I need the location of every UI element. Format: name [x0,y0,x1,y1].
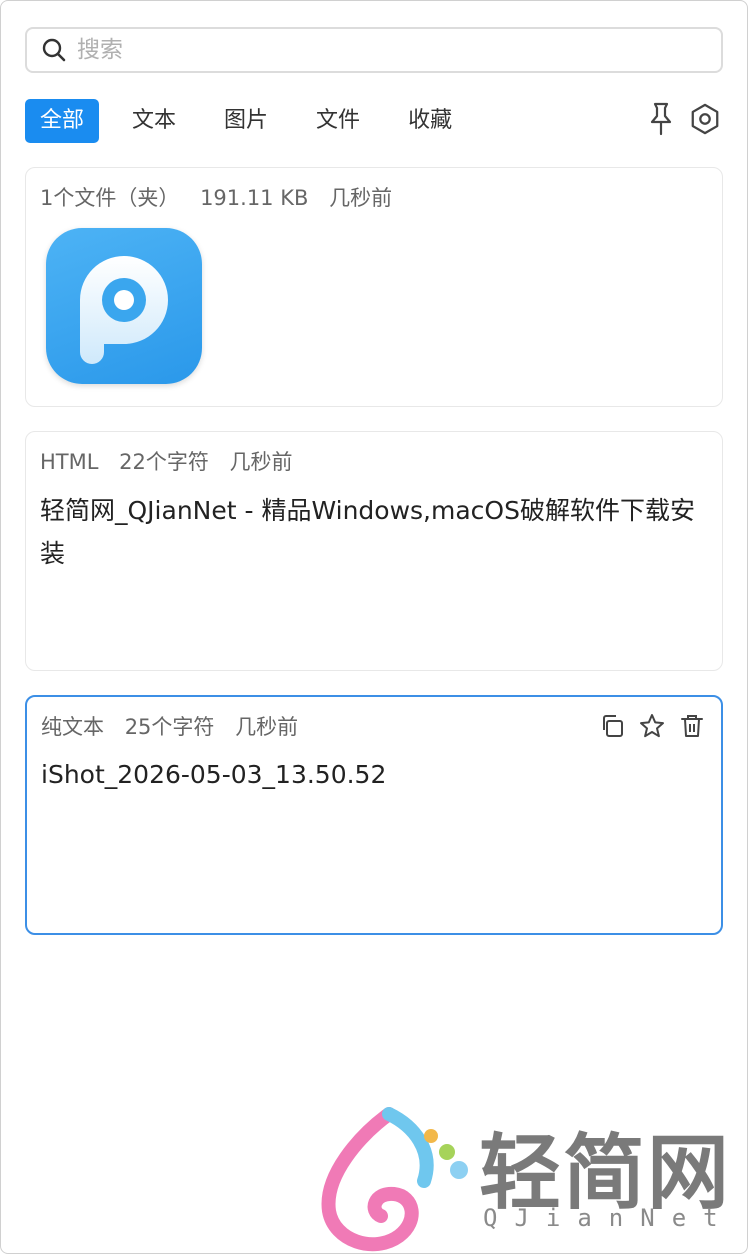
item-time: 几秒前 [229,450,293,474]
pin-icon[interactable] [645,101,677,137]
item-size: 191.11 KB [200,186,309,210]
item-actions [587,711,707,741]
tab-all[interactable]: 全部 [25,99,100,143]
tab-file[interactable]: 文件 [301,99,375,143]
clip-item-text[interactable]: 纯文本 25个字符 几秒前 iShot_2026-05-03_13.50.52 [25,695,723,935]
search-box[interactable] [25,27,723,73]
clip-item-html[interactable]: HTML 22个字符 几秒前 轻简网_QJianNet - 精品Windows,… [25,431,723,671]
search-input[interactable] [75,36,721,64]
tab-image[interactable]: 图片 [209,99,283,143]
copy-icon[interactable] [597,711,627,741]
item-type: HTML [40,450,99,474]
delete-icon[interactable] [677,711,707,741]
item-time: 几秒前 [235,715,299,739]
clipboard-window: 全部 文本 图片 文件 收藏 1个文件（夹） 191.11 KB 几秒前 [0,0,748,1254]
watermark-subtitle: QJianNet [483,1204,735,1232]
item-size: 22个字符 [119,450,209,474]
watermark: 轻简网 QJianNet [319,1106,747,1253]
item-type: 1个文件（夹） [40,186,180,210]
item-meta: HTML 22个字符 几秒前 [40,446,307,476]
clip-item-file[interactable]: 1个文件（夹） 191.11 KB 几秒前 [25,167,723,407]
item-meta: 1个文件（夹） 191.11 KB 几秒前 [40,182,406,212]
watermark-logo-icon [321,1107,468,1252]
item-type: 纯文本 [41,715,104,739]
tab-favorites[interactable]: 收藏 [393,99,467,143]
tab-text[interactable]: 文本 [117,99,191,143]
item-size: 25个字符 [124,715,215,739]
item-meta: 纯文本 25个字符 几秒前 [41,711,312,741]
star-icon[interactable] [637,711,667,741]
item-content: iShot_2026-05-03_13.50.52 [41,760,387,789]
category-tabs: 全部 文本 图片 文件 收藏 [25,99,485,143]
settings-icon[interactable] [689,101,721,137]
search-icon [41,37,67,63]
item-time: 几秒前 [329,186,393,210]
pdf-app-icon [46,228,202,384]
item-content: 轻简网_QJianNet - 精品Windows,macOS破解软件下载安装 [40,496,695,568]
toolbar-icons [633,101,721,137]
